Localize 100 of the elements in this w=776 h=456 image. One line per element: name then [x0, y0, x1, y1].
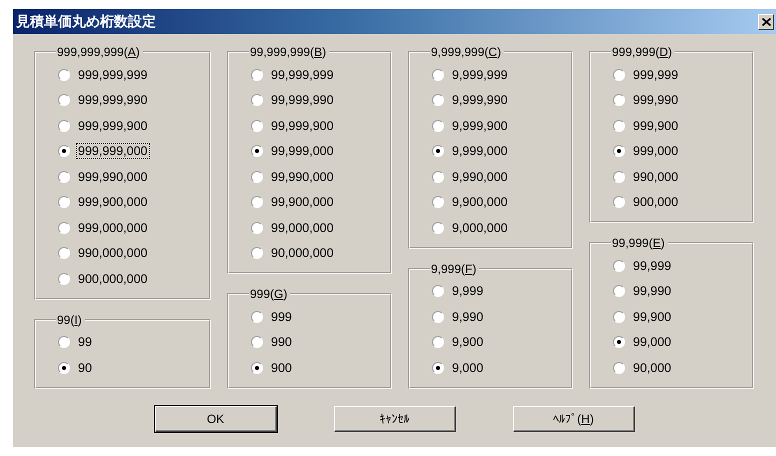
close-button[interactable] — [758, 14, 774, 30]
option-label: 999,900,000 — [77, 194, 149, 210]
option-label: 99,999,999 — [270, 66, 335, 83]
option-label: 990 — [270, 334, 293, 350]
radio-button[interactable] — [251, 94, 263, 106]
radio-button[interactable] — [613, 196, 625, 208]
radio-button[interactable] — [251, 145, 263, 158]
radio-button[interactable] — [432, 285, 444, 298]
radio-button[interactable] — [432, 68, 444, 81]
radio-button[interactable] — [613, 68, 625, 81]
radio-button[interactable] — [432, 222, 444, 234]
group-label: 999,999,999(A) — [56, 45, 141, 59]
option-label: 9,999 — [451, 283, 484, 300]
option-label: 999,000 — [632, 143, 680, 160]
option-label: 99,999,990 — [270, 92, 335, 108]
radio-button[interactable] — [432, 336, 444, 348]
radio-button[interactable] — [251, 247, 263, 260]
close-icon — [762, 18, 770, 26]
option-label: 9,000,000 — [451, 220, 509, 236]
radio-button[interactable] — [251, 222, 263, 234]
radio-button[interactable] — [432, 362, 444, 374]
option-label: 9,999,900 — [451, 118, 509, 134]
radio-button[interactable] — [432, 94, 444, 106]
option-label: 90,000,000 — [270, 245, 335, 262]
radio-button[interactable] — [613, 336, 625, 348]
radio-button[interactable] — [251, 170, 263, 183]
group-label: 9,999(F) — [430, 262, 478, 276]
radio-button[interactable] — [58, 94, 70, 106]
radio-button[interactable] — [613, 145, 625, 158]
option-label: 9,000 — [451, 360, 484, 376]
option-label: 999,000,000 — [77, 220, 149, 236]
option-label: 999,999,000 — [76, 143, 150, 160]
option-label: 9,900,000 — [451, 194, 509, 210]
option-label: 99,990,000 — [270, 168, 335, 185]
group-label: 999(G) — [249, 287, 288, 301]
radio-button[interactable] — [58, 145, 70, 158]
radio-button[interactable] — [251, 362, 263, 374]
option-label: 99,000 — [632, 334, 672, 350]
option-label: 9,999,990 — [451, 92, 509, 108]
option-label: 99,999,900 — [270, 118, 335, 134]
option-label: 999,990 — [632, 92, 680, 108]
radio-button[interactable] — [251, 68, 263, 81]
option-label: 9,990,000 — [451, 168, 509, 185]
option-label: 9,999,000 — [451, 143, 509, 160]
option-label: 999,999 — [632, 66, 680, 83]
radio-button[interactable] — [432, 120, 444, 132]
radio-button[interactable] — [58, 170, 70, 183]
radio-button[interactable] — [613, 120, 625, 132]
option-label: 99,900,000 — [270, 194, 335, 210]
radio-button[interactable] — [432, 196, 444, 208]
radio-button[interactable] — [613, 310, 625, 323]
radio-button[interactable] — [432, 145, 444, 158]
group-label: 99,999(E) — [611, 236, 666, 250]
radio-button[interactable] — [251, 120, 263, 132]
radio-button[interactable] — [251, 196, 263, 208]
radio-button[interactable] — [58, 196, 70, 208]
option-label: 900 — [270, 360, 293, 376]
dialog-button[interactable]: ﾍﾙﾌﾟ(H) — [512, 406, 634, 432]
option-label: 990,000,000 — [77, 245, 149, 262]
radio-button[interactable] — [58, 247, 70, 260]
radio-button[interactable] — [613, 94, 625, 106]
option-label: 90 — [77, 360, 93, 376]
radio-button[interactable] — [58, 336, 70, 348]
option-label: 9,900 — [451, 334, 484, 350]
radio-button[interactable] — [58, 362, 70, 374]
option-label: 900,000 — [632, 194, 680, 210]
radio-button[interactable] — [613, 362, 625, 374]
group-label: 99,999,999(B) — [249, 45, 328, 59]
radio-button[interactable] — [432, 310, 444, 323]
radio-button[interactable] — [251, 310, 263, 323]
option-label: 999,999,900 — [77, 118, 149, 134]
window-title: 見積単価丸め桁数設定 — [16, 12, 156, 30]
radio-button[interactable] — [58, 120, 70, 132]
radio-button[interactable] — [432, 170, 444, 183]
option-label: 99,900 — [632, 308, 672, 325]
radio-button[interactable] — [251, 336, 263, 348]
option-label: 99,999,000 — [270, 143, 335, 160]
dialog-button[interactable]: OK — [154, 406, 276, 432]
dialog-button[interactable]: ｷｬﾝｾﾙ — [334, 406, 456, 432]
radio-button[interactable] — [58, 222, 70, 234]
option-label: 990,000 — [632, 168, 680, 185]
radio-button[interactable] — [613, 260, 625, 272]
option-label: 999,990,000 — [77, 168, 149, 185]
group-label: 9,999,999(C) — [430, 45, 502, 59]
option-label: 99,999 — [632, 258, 672, 274]
option-label: 9,999,999 — [451, 66, 509, 83]
radio-button[interactable] — [58, 68, 70, 81]
option-label: 90,000 — [632, 360, 672, 376]
option-label: 999 — [270, 308, 293, 325]
group-label: 999,999(D) — [611, 45, 674, 59]
option-label: 99,000,000 — [270, 220, 335, 236]
option-label: 99,990 — [632, 283, 672, 300]
radio-button[interactable] — [613, 285, 625, 298]
option-label: 999,999,990 — [77, 92, 149, 108]
option-label: 999,999,999 — [77, 66, 149, 83]
radio-button[interactable] — [58, 272, 70, 285]
option-label: 999,900 — [632, 118, 680, 134]
radio-button[interactable] — [613, 170, 625, 183]
option-label: 99 — [77, 334, 93, 350]
option-label: 9,990 — [451, 308, 484, 325]
